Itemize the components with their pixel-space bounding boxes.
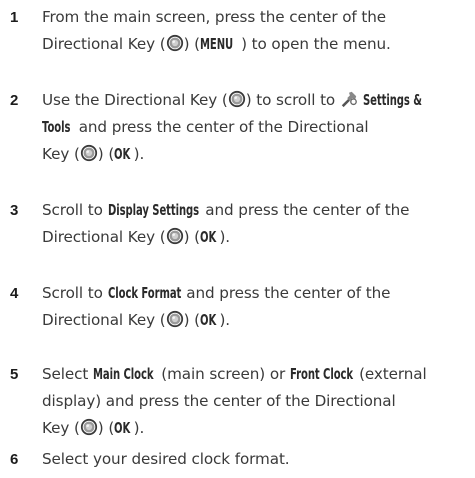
- step-text-line: ).: [133, 145, 145, 163]
- step-text-line: Select: [42, 365, 93, 383]
- directional-key-icon: [228, 90, 246, 108]
- step-text: Use the Directional Key () to scroll to …: [42, 87, 473, 168]
- step-number: 2: [10, 92, 19, 109]
- settings-tools-icon: [340, 90, 358, 108]
- step-text-line: Directional Key (: [42, 35, 166, 53]
- step-text-line: ) to scroll to: [245, 91, 340, 109]
- step-text-line: ) to open the menu.: [241, 35, 391, 53]
- directional-key-icon: [166, 310, 184, 328]
- step-number: 3: [10, 202, 19, 219]
- step-text-line: (external: [354, 365, 427, 383]
- step-text-line: ).: [219, 311, 230, 329]
- step-text-line: ) (: [97, 419, 115, 437]
- directional-key-icon: [166, 34, 184, 52]
- step-text-line: Use the Directional Key (: [42, 91, 228, 109]
- directional-key-icon: [166, 227, 184, 245]
- step-text-line: Scroll to: [42, 201, 108, 219]
- front-clock-label: Front Clock: [289, 365, 353, 383]
- step-text: Scroll to Display Settings and press the…: [42, 197, 473, 251]
- step-number: 1: [10, 9, 19, 26]
- step-text-line: Scroll to: [42, 284, 108, 302]
- step-text-line: ) (: [97, 145, 115, 163]
- step-text-line: (main screen) or: [156, 365, 290, 383]
- step-text: Scroll to Clock Format and press the cen…: [42, 280, 473, 334]
- step-text-line: Key (: [42, 145, 80, 163]
- step-text-line: ) (: [183, 228, 200, 246]
- ok-softkey-label: OK: [114, 419, 131, 437]
- step-text: Select your desired clock format.: [42, 446, 473, 473]
- step-text-line: Directional Key (: [42, 228, 166, 246]
- step-number: 4: [10, 285, 19, 302]
- step-number: 6: [10, 451, 19, 468]
- settings-tools-label: Settings &: [362, 91, 422, 109]
- step-text-line: Directional Key (: [42, 311, 166, 329]
- step-text-line: Key (: [42, 419, 80, 437]
- ok-softkey-label: OK: [114, 145, 131, 163]
- clock-format-label: Clock Format: [107, 284, 181, 302]
- step-text-line: and press the center of the: [200, 201, 410, 219]
- step-text: Select Main Clock (main screen) or Front…: [42, 361, 473, 442]
- settings-tools-label: Tools: [42, 118, 71, 136]
- step-text: From the main screen, press the center o…: [42, 4, 473, 58]
- main-clock-label: Main Clock: [92, 365, 154, 383]
- step-text-line: From the main screen, press the center o…: [42, 8, 387, 26]
- ok-softkey-label: OK: [199, 311, 217, 329]
- step-text-line: and press the center of the Directional: [73, 118, 369, 136]
- step-number: 5: [10, 366, 19, 383]
- step-text-line: ) (: [183, 35, 200, 53]
- ok-softkey-label: OK: [199, 228, 217, 246]
- step-text-line: ) (: [183, 311, 200, 329]
- directional-key-icon: [80, 144, 98, 162]
- step-text-line: display) and press the center of the Dir…: [42, 392, 396, 410]
- display-settings-label: Display Settings: [107, 201, 199, 219]
- step-text-line: Select your desired clock format.: [42, 450, 290, 468]
- menu-softkey-label: MENU: [199, 35, 234, 53]
- step-text-line: ).: [219, 228, 230, 246]
- directional-key-icon: [80, 418, 98, 436]
- step-text-line: ).: [133, 419, 145, 437]
- step-text-line: and press the center of the: [181, 284, 391, 302]
